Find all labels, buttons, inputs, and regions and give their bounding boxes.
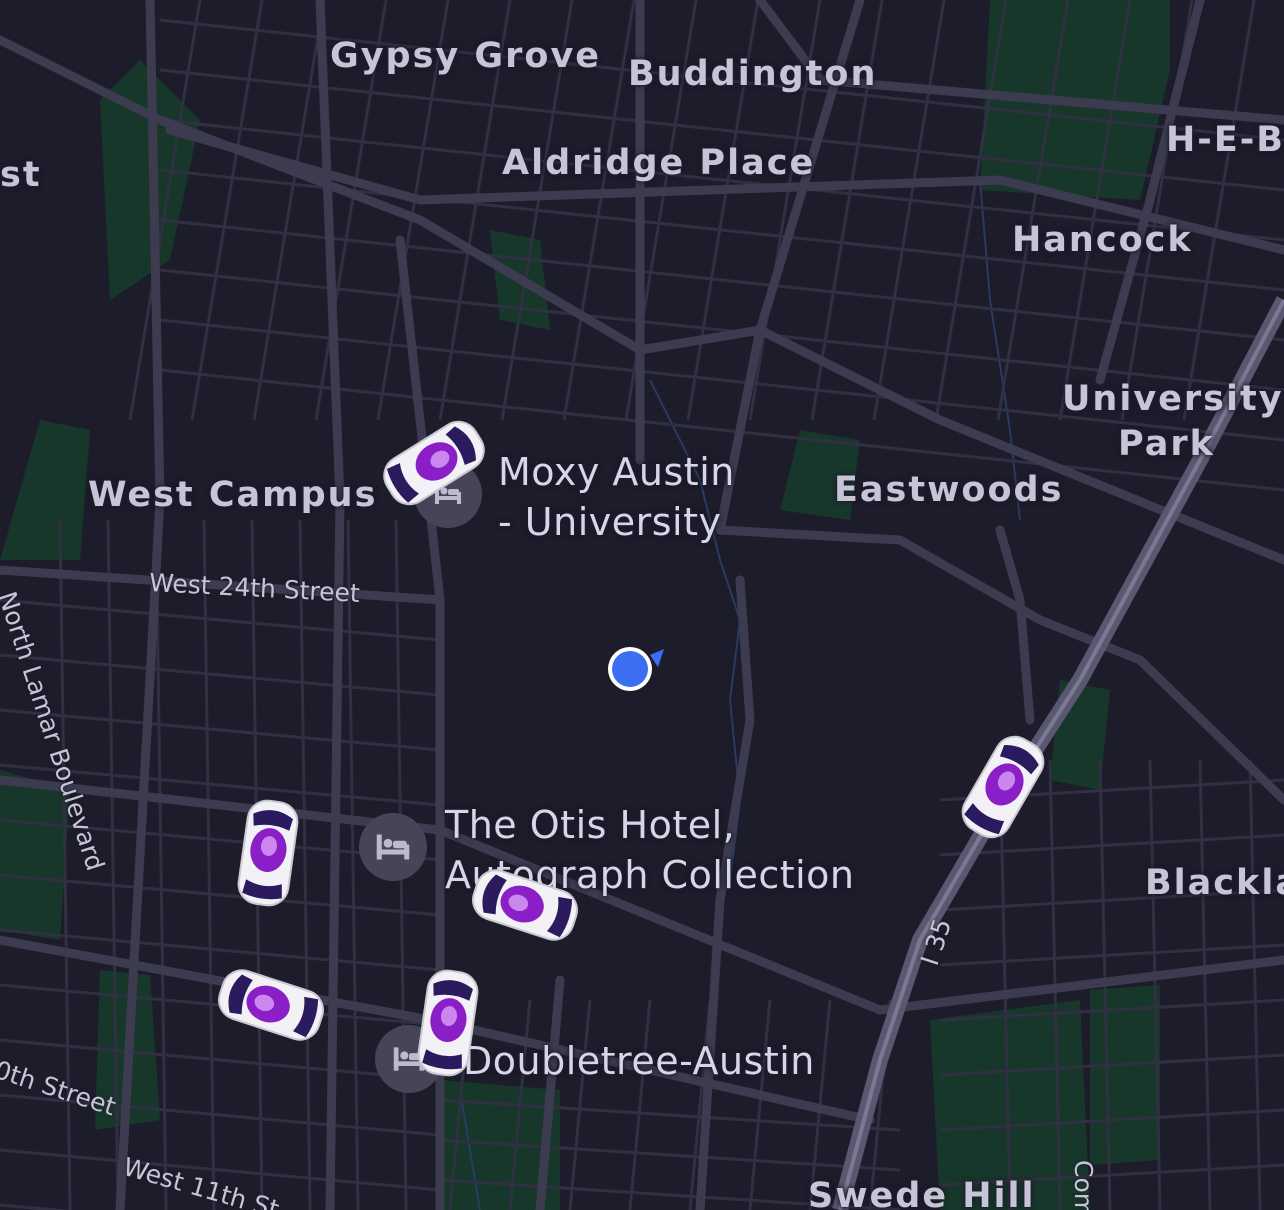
neighborhood-label-heb: H-E-B xyxy=(1166,120,1284,160)
neighborhood-label-swede-hill: Swede Hill xyxy=(808,1176,1036,1210)
neighborhood-label-west-campus: West Campus xyxy=(88,475,378,515)
neighborhood-label-blackland: Blackla xyxy=(1145,863,1284,903)
neighborhood-label-buddington: Buddington xyxy=(628,54,878,94)
poi-name-line1: The Otis Hotel, xyxy=(445,803,736,847)
neighborhood-label-partial: st xyxy=(0,155,42,195)
poi-name-line2: - University xyxy=(498,500,722,544)
poi-label-doubletree[interactable]: Doubletree-Austin xyxy=(463,1036,815,1086)
poi-name-line1: Doubletree-Austin xyxy=(463,1039,815,1083)
poi-name-line1: Moxy Austin xyxy=(498,450,735,494)
neighborhood-label-university-park-1: University xyxy=(1062,379,1284,419)
neighborhood-label-eastwoods: Eastwoods xyxy=(834,470,1064,510)
hotel-icon[interactable] xyxy=(359,813,427,881)
map-canvas[interactable]: st Gypsy Grove Buddington Aldridge Place… xyxy=(0,0,1284,1210)
neighborhood-label-hancock: Hancock xyxy=(1012,220,1193,260)
neighborhood-label-gypsy-grove: Gypsy Grove xyxy=(330,36,602,76)
neighborhood-label-university-park-2: Park xyxy=(1118,424,1215,464)
neighborhood-label-aldridge-place: Aldridge Place xyxy=(502,143,816,183)
poi-label-moxy[interactable]: Moxy Austin - University xyxy=(498,447,735,547)
location-dot-icon[interactable] xyxy=(606,645,664,693)
street-label-com: Com xyxy=(1069,1160,1098,1210)
